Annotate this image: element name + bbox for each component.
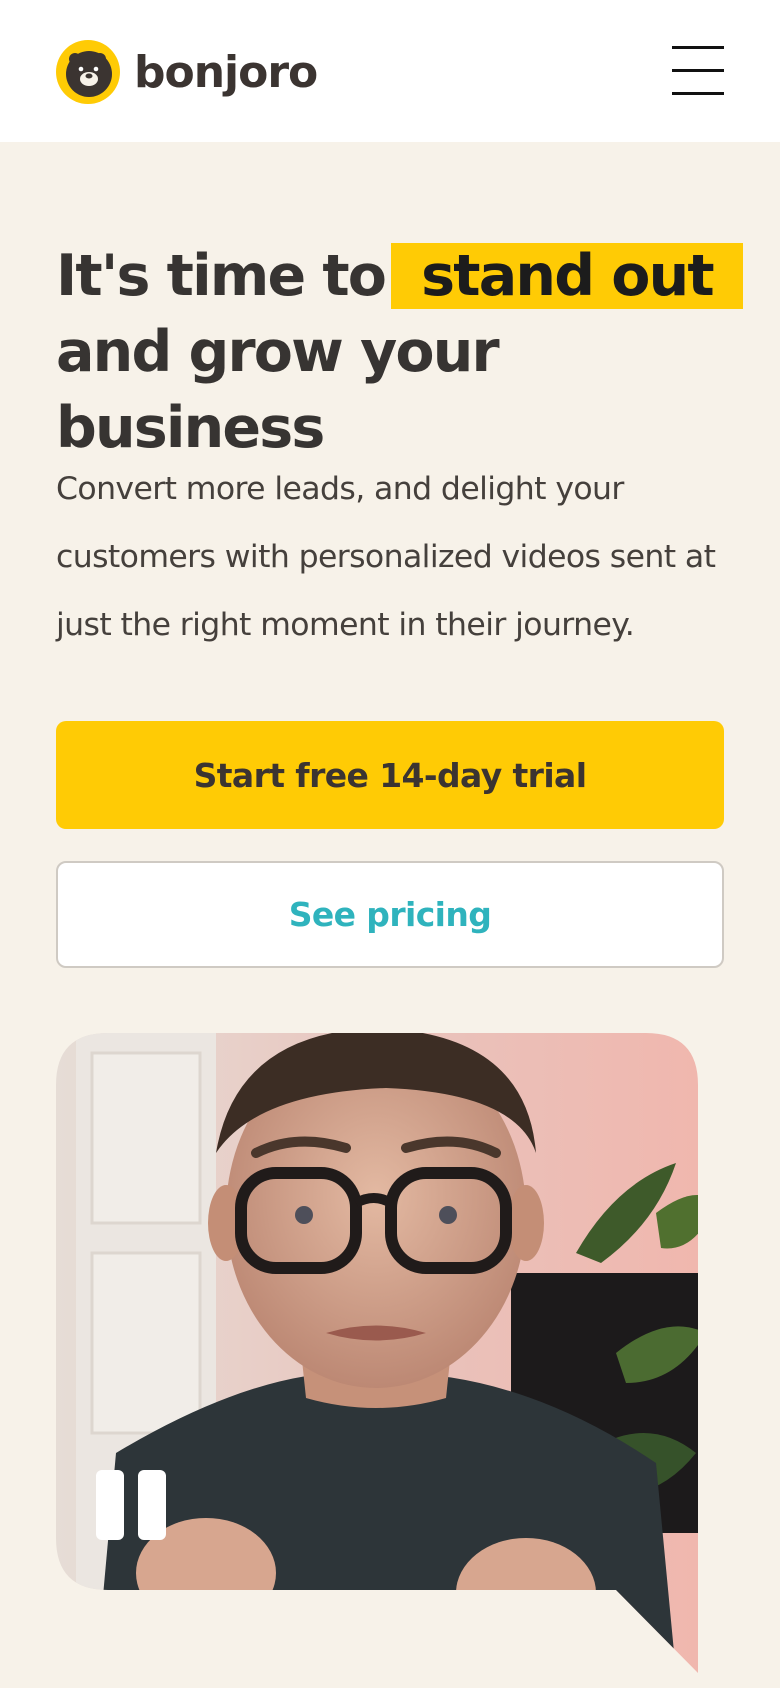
pause-icon[interactable]: [96, 1470, 168, 1542]
hero-headline: It's time to stand out and grow your busi…: [56, 238, 756, 466]
site-header: bonjoro: [0, 0, 780, 142]
video-frame: [56, 1033, 698, 1673]
bear-face-icon: [56, 40, 120, 104]
hamburger-menu-icon[interactable]: [670, 44, 726, 100]
headline-part-1: It's time to: [56, 243, 387, 309]
hero-subcopy: Convert more leads, and delight your cus…: [56, 471, 716, 643]
start-trial-button[interactable]: Start free 14-day trial: [56, 721, 724, 829]
headline-highlight: stand out: [391, 243, 743, 309]
headline-part-2: and grow your business: [56, 319, 500, 461]
brand-logo-link[interactable]: bonjoro: [56, 40, 318, 104]
hero-video[interactable]: [56, 1033, 698, 1673]
see-pricing-button[interactable]: See pricing: [56, 861, 724, 968]
brand-name: bonjoro: [134, 46, 318, 98]
